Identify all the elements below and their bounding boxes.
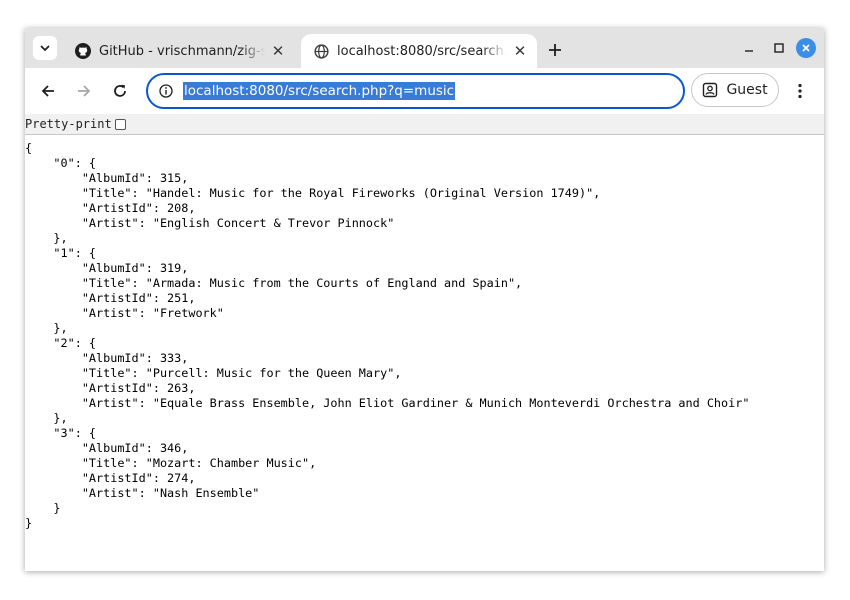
json-line: "2": { [25, 336, 97, 350]
navigation-toolbar: localhost:8080/src/search.php?q=music Gu… [25, 68, 824, 115]
minimize-button[interactable] [739, 38, 759, 58]
minimize-icon [745, 50, 753, 52]
close-icon[interactable]: ✕ [511, 42, 529, 60]
tab-localhost[interactable]: localhost:8080/src/search.php ✕ [301, 34, 537, 68]
json-line: "Title": "Handel: Music for the Royal Fi… [25, 186, 601, 200]
json-line: "Title": "Purcell: Music for the Queen M… [25, 366, 402, 380]
pretty-print-checkbox[interactable] [114, 118, 126, 130]
pretty-print-label: Pretty-print [25, 117, 112, 131]
json-line: }, [25, 231, 68, 245]
plus-icon [549, 44, 561, 56]
json-line: "Artist": "Fretwork" [25, 306, 224, 320]
arrow-left-icon [41, 85, 54, 97]
json-line: "3": { [25, 426, 97, 440]
reload-button[interactable] [108, 79, 132, 103]
json-line: "Artist": "Nash Ensemble" [25, 486, 260, 500]
json-line: "Title": "Armada: Music from the Courts … [25, 276, 523, 290]
close-icon[interactable]: ✕ [269, 42, 287, 60]
json-line: "AlbumId": 315, [25, 171, 189, 185]
json-line: }, [25, 321, 68, 335]
address-bar[interactable]: localhost:8080/src/search.php?q=music [146, 73, 685, 109]
json-line: "Artist": "English Concert & Trevor Pinn… [25, 216, 395, 230]
close-window-button[interactable] [796, 38, 816, 58]
more-vertical-icon [798, 83, 802, 99]
tab-strip: GitHub - vrischmann/zig-sqlite ✕ localho… [25, 28, 824, 68]
browser-menu-button[interactable] [790, 80, 810, 102]
json-line: "1": { [25, 246, 97, 260]
tab-search-button[interactable] [33, 36, 57, 60]
json-line: } [25, 501, 61, 515]
maximize-button[interactable] [769, 38, 789, 58]
forward-button[interactable] [72, 79, 96, 103]
json-line: "AlbumId": 319, [25, 261, 189, 275]
profile-label: Guest [726, 82, 768, 98]
chevron-down-icon [40, 45, 50, 52]
json-line: "0": { [25, 156, 97, 170]
url-text[interactable]: localhost:8080/src/search.php?q=music [183, 82, 456, 100]
tab-title: localhost:8080/src/search.php [337, 43, 507, 59]
guest-profile-icon [702, 82, 718, 98]
pretty-print-bar: Pretty-print [25, 114, 824, 135]
json-line: "AlbumId": 333, [25, 351, 189, 365]
new-tab-button[interactable] [543, 38, 567, 62]
github-icon [75, 43, 91, 59]
info-icon[interactable] [158, 83, 174, 99]
json-line: "ArtistId": 208, [25, 201, 196, 215]
tab-github[interactable]: GitHub - vrischmann/zig-sqlite ✕ [63, 34, 295, 68]
back-button[interactable] [36, 79, 60, 103]
json-line: "AlbumId": 346, [25, 441, 189, 455]
json-line: } [25, 516, 33, 530]
tab-title: GitHub - vrischmann/zig-sqlite [99, 43, 265, 59]
maximize-icon [774, 43, 784, 53]
json-line: "ArtistId": 251, [25, 291, 196, 305]
browser-window: GitHub - vrischmann/zig-sqlite ✕ localho… [25, 28, 824, 571]
json-line: }, [25, 411, 68, 425]
json-line: "ArtistId": 263, [25, 381, 196, 395]
json-line: { [25, 141, 33, 155]
page-content: Pretty-print { "0": { "AlbumId": 315, "T… [25, 114, 824, 571]
globe-icon [313, 43, 329, 59]
json-line: "ArtistId": 274, [25, 471, 196, 485]
close-icon [802, 44, 810, 52]
profile-button[interactable]: Guest [691, 73, 779, 107]
json-line: "Artist": "Equale Brass Ensemble, John E… [25, 396, 750, 410]
arrow-right-icon [78, 85, 91, 97]
json-body: { "0": { "AlbumId": 315, "Title": "Hande… [25, 141, 749, 531]
json-line: "Title": "Mozart: Chamber Music", [25, 456, 317, 470]
reload-icon [114, 84, 126, 97]
